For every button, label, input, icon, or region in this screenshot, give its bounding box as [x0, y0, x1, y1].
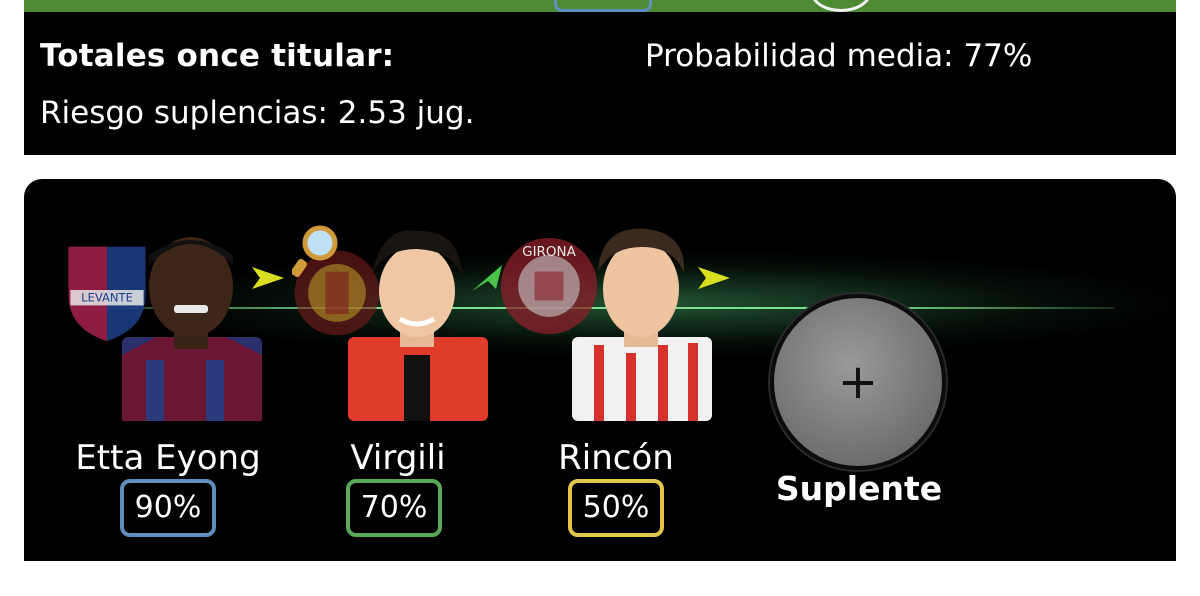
probability-badge: 70%: [346, 479, 442, 537]
pitch-strip: [24, 0, 1176, 12]
totals-panel: Totales once titular: Riesgo suplencias:…: [24, 12, 1176, 155]
player-name: Rincón: [558, 438, 674, 478]
totals-title: Totales once titular:: [40, 38, 395, 74]
add-substitute-button[interactable]: +: [770, 294, 946, 470]
bench-risk-text: Riesgo suplencias: 2.53 jug.: [40, 95, 475, 131]
probability-badge: 90%: [120, 479, 216, 537]
arrow-right-icon: [698, 267, 730, 289]
plus-icon: +: [837, 354, 879, 410]
magnifier-icon[interactable]: [292, 223, 340, 277]
average-probability-text: Probabilidad media: 77%: [645, 38, 1033, 74]
player-card-etta-eyong[interactable]: LEVANTE Etta Eyong 90%: [50, 209, 290, 559]
center-circle: [810, 0, 872, 12]
substitute-label: Suplente: [775, 469, 943, 508]
player-card-rincon[interactable]: GIRONA Rincón 50%: [500, 209, 740, 559]
player-photo: [122, 237, 262, 421]
formation-pill[interactable]: [554, 0, 652, 12]
player-photo: [348, 230, 488, 421]
probability-badge: 50%: [568, 479, 664, 537]
player-card-virgili[interactable]: Virgili 70%: [276, 209, 516, 559]
bench-panel: LEVANTE Etta Eyong 90% Virgili 70% GIRON…: [24, 179, 1176, 561]
player-photo: [572, 228, 712, 421]
